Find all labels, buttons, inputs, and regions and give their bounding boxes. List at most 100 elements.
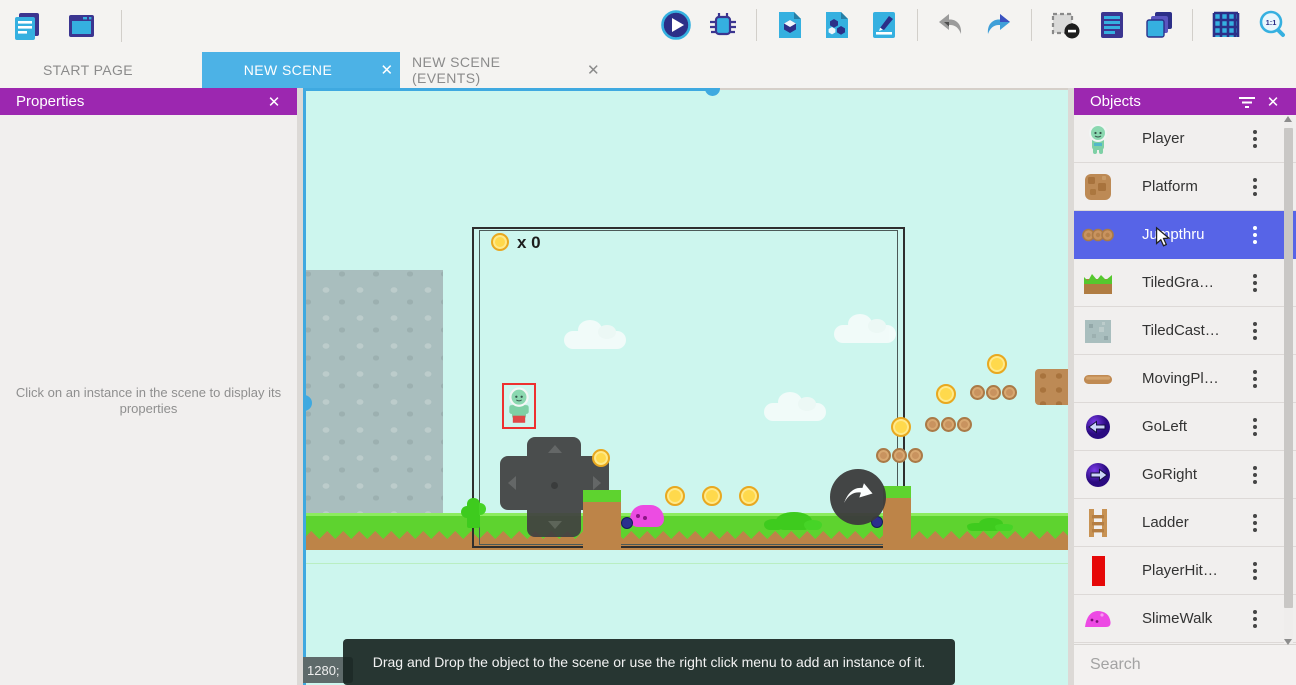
jump-button-control[interactable] bbox=[830, 469, 886, 525]
coin-instance[interactable] bbox=[702, 486, 722, 506]
kebab-menu-icon[interactable] bbox=[1248, 562, 1262, 580]
slimewalk-object-icon bbox=[1082, 603, 1114, 635]
tab-new-scene-events[interactable]: NEW SCENE (EVENTS) ✕ bbox=[400, 52, 606, 88]
instances-list-icon[interactable] bbox=[820, 8, 854, 42]
tooltip-text: Drag and Drop the object to the scene or… bbox=[373, 654, 926, 670]
object-row-platform[interactable]: Platform bbox=[1074, 163, 1296, 211]
kebab-menu-icon[interactable] bbox=[1248, 322, 1262, 340]
tab-label: NEW SCENE bbox=[202, 62, 374, 78]
scene-boundary-left bbox=[303, 88, 306, 685]
jumpthru-object-icon bbox=[1082, 219, 1114, 251]
object-row-tiledgrass[interactable]: TiledGra… bbox=[1074, 259, 1296, 307]
dirt-ledge-instance[interactable] bbox=[883, 486, 911, 550]
object-row-playerhitbox[interactable]: PlayerHit… bbox=[1074, 547, 1296, 595]
jumpthru-instance[interactable] bbox=[970, 385, 1017, 400]
dpad-down-arrow-icon[interactable] bbox=[548, 521, 562, 529]
undo-icon[interactable] bbox=[934, 8, 968, 42]
bush-instance[interactable] bbox=[979, 518, 1003, 531]
cactus-instance[interactable] bbox=[467, 498, 480, 528]
close-icon[interactable]: ✕ bbox=[581, 61, 606, 79]
bush-instance[interactable] bbox=[776, 512, 812, 530]
coin-instance[interactable] bbox=[936, 384, 956, 404]
dpad-right-arrow-icon[interactable] bbox=[593, 476, 601, 490]
search-input[interactable] bbox=[1090, 656, 1296, 674]
toolbar-right-group: 1:1 bbox=[659, 8, 1290, 42]
dirt-platform-instance[interactable] bbox=[583, 490, 621, 550]
toolbar-divider bbox=[917, 9, 918, 41]
kebab-menu-icon[interactable] bbox=[1248, 274, 1262, 292]
object-row-tiledcastle[interactable]: TiledCast… bbox=[1074, 307, 1296, 355]
kebab-menu-icon[interactable] bbox=[1248, 514, 1262, 532]
coin-instance[interactable] bbox=[665, 486, 685, 506]
panel-title: Objects bbox=[1090, 93, 1234, 110]
object-row-slimewalk[interactable]: SlimeWalk bbox=[1074, 595, 1296, 643]
kebab-menu-icon[interactable] bbox=[1248, 178, 1262, 196]
gdevelop-editor: 1:1 START PAGE NEW SCENE ✕ NEW SCENE (EV… bbox=[0, 0, 1296, 685]
tab-start-page[interactable]: START PAGE bbox=[24, 52, 152, 88]
coin-instance[interactable] bbox=[987, 354, 1007, 374]
debug-icon[interactable] bbox=[706, 8, 740, 42]
object-label: PlayerHit… bbox=[1142, 562, 1248, 579]
dpad-up-arrow-icon[interactable] bbox=[548, 445, 562, 453]
objects-scrollbar[interactable] bbox=[1284, 118, 1293, 643]
start-page-window-icon[interactable] bbox=[64, 9, 98, 43]
scroll-up-icon[interactable] bbox=[1284, 116, 1292, 122]
goleft-object-icon bbox=[1082, 411, 1114, 443]
tiled-castle-instance[interactable] bbox=[303, 270, 443, 515]
kebab-menu-icon[interactable] bbox=[1248, 466, 1262, 484]
main-toolbar: 1:1 bbox=[0, 0, 1296, 52]
jumpthru-instance[interactable] bbox=[925, 417, 972, 432]
object-row-goright[interactable]: GoRight bbox=[1074, 451, 1296, 499]
object-row-player[interactable]: Player bbox=[1074, 115, 1296, 163]
objects-list-icon[interactable] bbox=[1095, 8, 1129, 42]
blueberry-instance[interactable] bbox=[621, 517, 633, 529]
close-icon[interactable]: ✕ bbox=[261, 93, 287, 111]
tab-new-scene[interactable]: NEW SCENE ✕ bbox=[202, 52, 400, 88]
kebab-menu-icon[interactable] bbox=[1248, 130, 1262, 148]
jumpthru-instance[interactable] bbox=[876, 448, 923, 463]
coin-instance[interactable] bbox=[592, 449, 610, 467]
toolbar-left-group bbox=[10, 9, 125, 43]
objects-panel: Objects ✕ PlayerPlatformJumpthruTiledGra… bbox=[1074, 88, 1296, 685]
layers-icon[interactable] bbox=[1142, 8, 1176, 42]
dpad-left-arrow-icon[interactable] bbox=[508, 476, 516, 490]
play-icon[interactable] bbox=[659, 8, 693, 42]
coin-instance[interactable] bbox=[739, 486, 759, 506]
objects-editor-icon[interactable] bbox=[773, 8, 807, 42]
player-object-icon bbox=[1082, 123, 1114, 155]
scroll-down-icon[interactable] bbox=[1284, 639, 1292, 645]
tiledcastle-object-icon bbox=[1082, 315, 1114, 347]
object-row-ladder[interactable]: Ladder bbox=[1074, 499, 1296, 547]
tab-bar: START PAGE NEW SCENE ✕ NEW SCENE (EVENTS… bbox=[0, 52, 1296, 88]
kebab-menu-icon[interactable] bbox=[1248, 226, 1262, 244]
filter-icon[interactable] bbox=[1234, 93, 1260, 110]
project-manager-icon[interactable] bbox=[10, 9, 44, 43]
slime-enemy-instance[interactable] bbox=[630, 505, 664, 527]
ladder-object-icon bbox=[1082, 507, 1114, 539]
toolbar-divider bbox=[1031, 9, 1032, 41]
kebab-menu-icon[interactable] bbox=[1248, 370, 1262, 388]
player-instance-selected[interactable] bbox=[502, 383, 536, 429]
close-icon[interactable]: ✕ bbox=[1260, 93, 1286, 111]
zoom-original-icon[interactable]: 1:1 bbox=[1256, 8, 1290, 42]
tab-label: START PAGE bbox=[43, 62, 133, 78]
close-icon[interactable]: ✕ bbox=[374, 61, 400, 79]
scene-resize-handle-top[interactable] bbox=[705, 88, 720, 96]
delete-instances-icon[interactable] bbox=[1048, 8, 1082, 42]
coin-instance[interactable] bbox=[891, 417, 911, 437]
object-row-goleft[interactable]: GoLeft bbox=[1074, 403, 1296, 451]
hud-coin-count: x 0 bbox=[517, 233, 541, 253]
object-label: GoRight bbox=[1142, 466, 1248, 483]
redo-icon[interactable] bbox=[981, 8, 1015, 42]
dpad-center-dot bbox=[551, 482, 558, 489]
platform-block-instance[interactable] bbox=[1035, 369, 1068, 405]
object-row-movingplatform[interactable]: MovingPl… bbox=[1074, 355, 1296, 403]
scrollbar-thumb[interactable] bbox=[1284, 128, 1293, 608]
kebab-menu-icon[interactable] bbox=[1248, 418, 1262, 436]
object-row-jumpthru[interactable]: Jumpthru bbox=[1074, 211, 1296, 259]
scene-properties-icon[interactable] bbox=[867, 8, 901, 42]
scene-canvas[interactable]: x 0 bbox=[303, 88, 1068, 685]
objects-panel-header: Objects ✕ bbox=[1074, 88, 1296, 115]
kebab-menu-icon[interactable] bbox=[1248, 610, 1262, 628]
grid-icon[interactable] bbox=[1209, 8, 1243, 42]
